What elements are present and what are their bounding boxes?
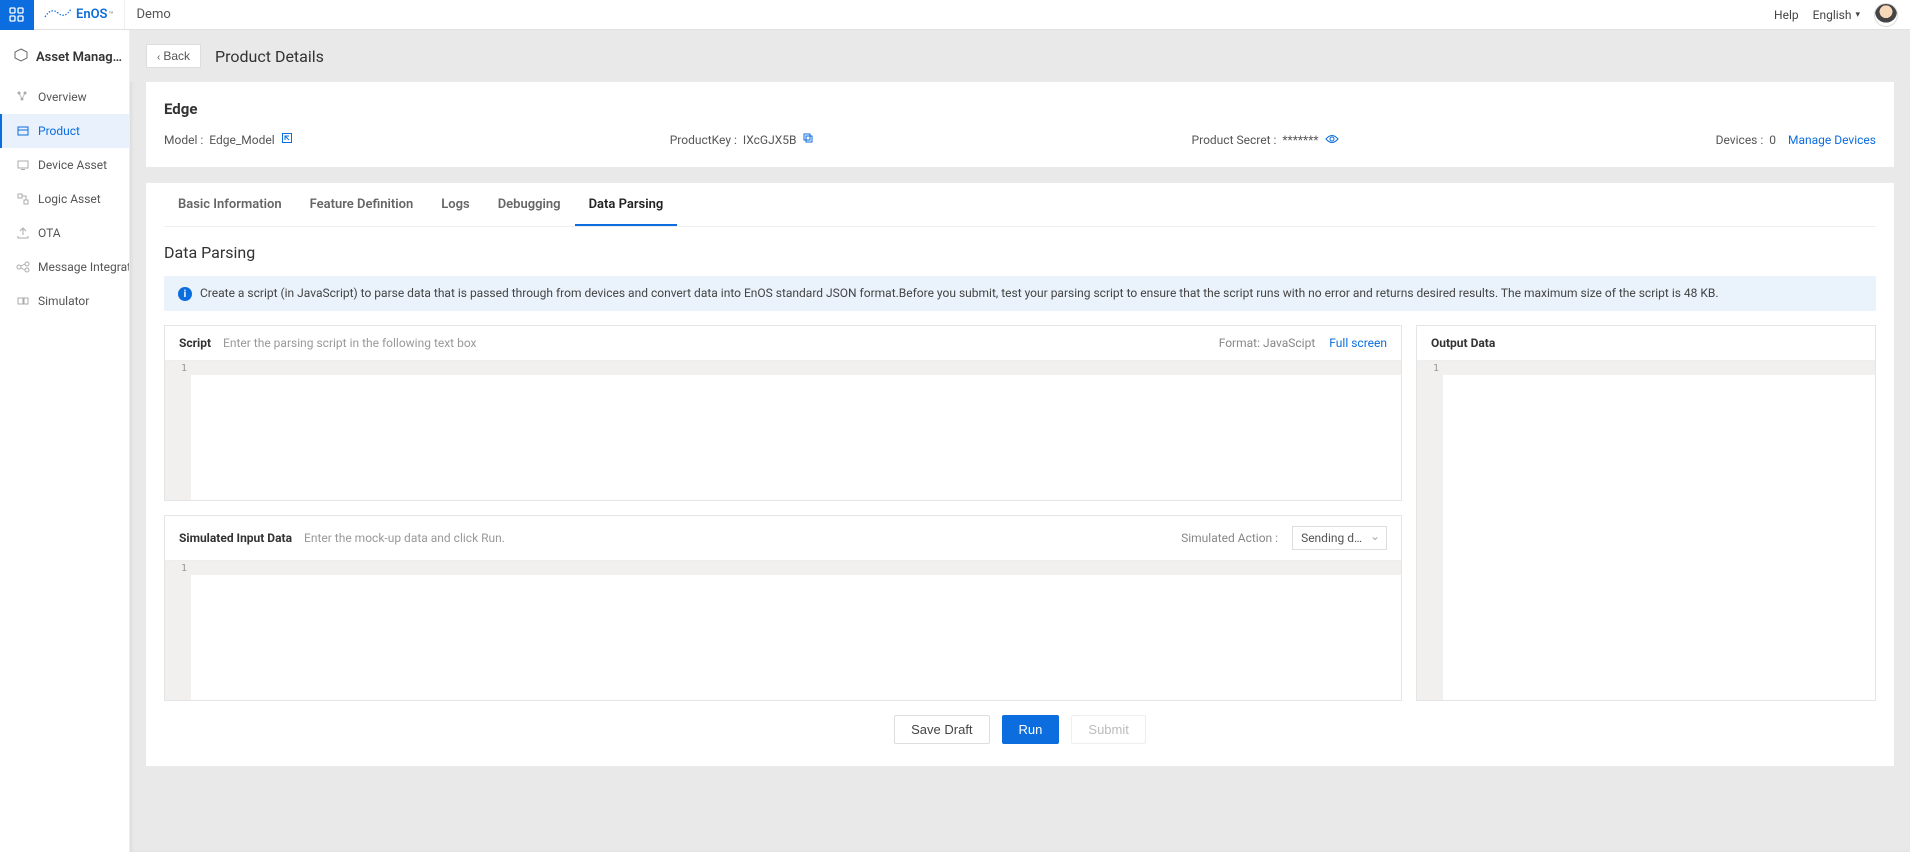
output-title: Output Data (1431, 336, 1495, 350)
data-parsing-heading: Data Parsing (164, 243, 1876, 262)
copy-key-icon[interactable] (802, 132, 814, 147)
info-icon: i (178, 287, 192, 301)
devices-count: 0 (1769, 133, 1776, 147)
simulated-input-title: Simulated Input Data (179, 531, 292, 545)
product-key-field: ProductKey : IXcGJX5B (670, 132, 815, 147)
gutter-line-number: 1 (181, 363, 187, 374)
workspace-name: Demo (125, 7, 183, 22)
brand-swirl-icon (44, 7, 72, 23)
script-format-label: Format: JavaScipt (1219, 336, 1316, 350)
product-key-label: ProductKey : (670, 133, 737, 147)
model-label: Model : (164, 133, 203, 147)
product-key-value: IXcGJX5B (743, 133, 797, 147)
sidebar-item-label: Logic Asset (38, 192, 101, 206)
sidebar-item-label: OTA (38, 226, 61, 240)
script-panel: Script Enter the parsing script in the f… (164, 325, 1402, 501)
brand-name: EnOS (76, 7, 108, 22)
output-gutter: 1 (1417, 361, 1443, 700)
product-secret-label: Product Secret : (1192, 133, 1277, 147)
fullscreen-link[interactable]: Full screen (1329, 336, 1387, 350)
tab-data-parsing[interactable]: Data Parsing (575, 183, 678, 226)
output-panel: Output Data 1 (1416, 325, 1876, 701)
simulated-input-panel: Simulated Input Data Enter the mock-up d… (164, 515, 1402, 701)
device-asset-icon (16, 158, 30, 172)
view-model-icon[interactable] (281, 132, 293, 147)
sidebar-section-title: Asset Manag… (0, 30, 129, 80)
script-hint: Enter the parsing script in the followin… (223, 336, 476, 350)
script-editor[interactable]: 1 (165, 360, 1401, 500)
simulated-action-label: Simulated Action : (1181, 531, 1278, 545)
message-integration-icon (16, 260, 30, 274)
product-name: Edge (164, 100, 1876, 118)
simulator-icon (16, 294, 30, 308)
avatar[interactable] (1874, 3, 1898, 27)
tab-debugging[interactable]: Debugging (484, 183, 575, 226)
simulated-action-selected: Sending d… (1301, 531, 1362, 545)
info-banner-text: Create a script (in JavaScript) to parse… (200, 286, 1719, 300)
page-title: Product Details (215, 47, 324, 66)
product-icon (16, 124, 30, 138)
save-draft-button[interactable]: Save Draft (894, 715, 989, 744)
tabs-card: Basic Information Feature Definition Log… (146, 183, 1894, 766)
product-secret-field: Product Secret : ******* (1192, 133, 1339, 147)
sidebar-item-label: Device Asset (38, 158, 107, 172)
sidebar-item-label: Message Integration (38, 260, 130, 274)
sidebar-item-message-integration[interactable]: Message Integration (0, 250, 129, 284)
simulated-input-hint: Enter the mock-up data and click Run. (304, 531, 505, 545)
sidebar: Asset Manag… Overview Product Device Ass… (0, 30, 130, 852)
model-field: Model : Edge_Model (164, 132, 293, 147)
action-bar: Save Draft Run Submit (164, 701, 1876, 748)
language-selector[interactable]: English ▾ (1813, 8, 1860, 22)
apps-grid-icon (9, 7, 25, 23)
language-label: English (1813, 8, 1852, 22)
gutter-line-number: 1 (1433, 363, 1439, 374)
output-editor[interactable]: 1 (1417, 360, 1875, 700)
simulated-input-editor[interactable]: 1 (165, 560, 1401, 700)
sidebar-item-label: Simulator (38, 294, 89, 308)
chevron-down-icon: ▾ (1855, 10, 1860, 20)
gutter-line-number: 1 (181, 563, 187, 574)
brand-logo[interactable]: EnOS ™ (34, 0, 125, 29)
help-link[interactable]: Help (1774, 8, 1799, 22)
sidebar-item-label: Overview (38, 90, 87, 104)
sidebar-item-overview[interactable]: Overview (0, 80, 129, 114)
model-value: Edge_Model (209, 133, 274, 147)
run-button[interactable]: Run (1002, 715, 1060, 744)
sidebar-item-simulator[interactable]: Simulator (0, 284, 129, 318)
product-info-card: Edge Model : Edge_Model ProductKey : IXc… (146, 82, 1894, 167)
sidebar-item-device-asset[interactable]: Device Asset (0, 148, 129, 182)
back-button-label: Back (163, 49, 190, 63)
sidebar-item-label: Product (38, 124, 80, 138)
devices-label: Devices : (1716, 133, 1764, 147)
simulated-action-select[interactable]: Sending d… (1292, 526, 1387, 550)
info-banner: i Create a script (in JavaScript) to par… (164, 276, 1876, 311)
back-button[interactable]: ‹Back (146, 44, 201, 68)
app-switcher-button[interactable] (0, 0, 34, 30)
manage-devices-link[interactable]: Manage Devices (1788, 133, 1876, 147)
script-title: Script (179, 336, 211, 350)
product-secret-value: ******* (1282, 133, 1318, 147)
submit-button[interactable]: Submit (1071, 715, 1145, 744)
tab-feature-definition[interactable]: Feature Definition (296, 183, 428, 226)
tabs-bar: Basic Information Feature Definition Log… (164, 183, 1876, 227)
tab-basic-information[interactable]: Basic Information (164, 183, 296, 226)
logic-asset-icon (16, 192, 30, 206)
script-editor-gutter: 1 (165, 361, 191, 500)
overview-icon (16, 90, 30, 104)
simulated-input-gutter: 1 (165, 561, 191, 700)
devices-field: Devices : 0 Manage Devices (1716, 133, 1876, 147)
ota-icon (16, 226, 30, 240)
sidebar-item-logic-asset[interactable]: Logic Asset (0, 182, 129, 216)
tab-logs[interactable]: Logs (427, 183, 483, 226)
sidebar-item-product[interactable]: Product (0, 114, 129, 148)
sidebar-item-ota[interactable]: OTA (0, 216, 129, 250)
chevron-left-icon: ‹ (157, 52, 160, 63)
asset-management-icon (14, 48, 28, 66)
reveal-secret-icon[interactable] (1325, 133, 1339, 147)
sidebar-section-label: Asset Manag… (36, 50, 122, 65)
brand-tm: ™ (109, 10, 114, 19)
